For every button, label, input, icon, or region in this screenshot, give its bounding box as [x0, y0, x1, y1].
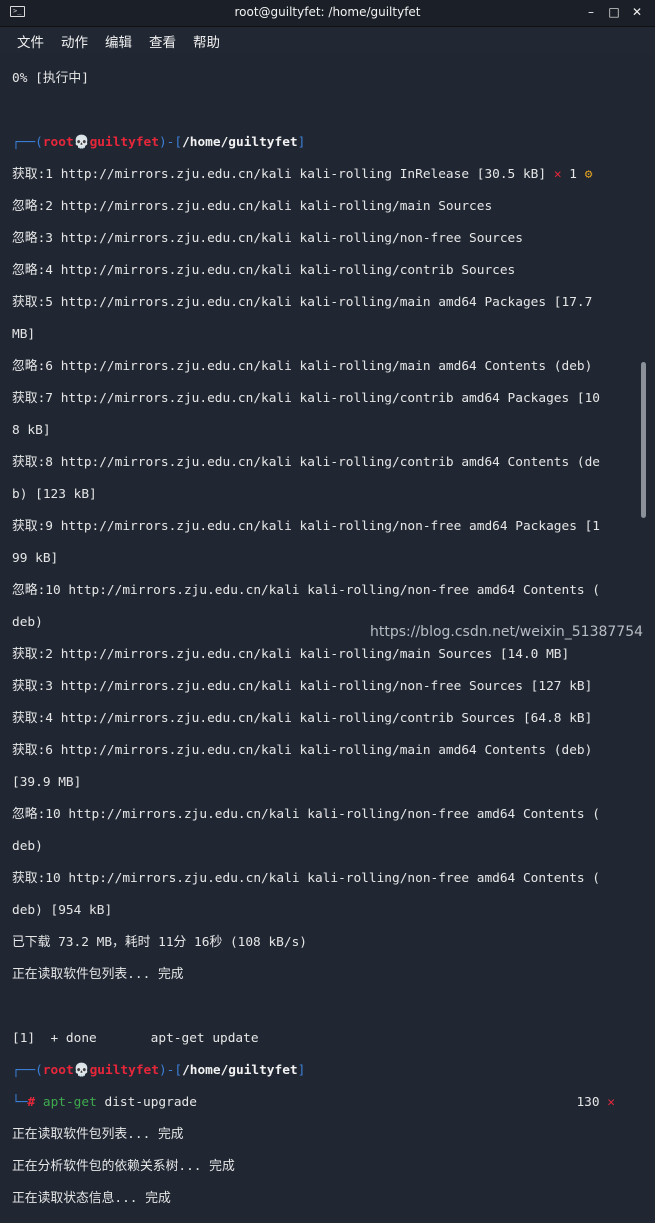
- prompt-bracket-close: ]: [297, 1063, 306, 1078]
- maximize-button[interactable]: □: [606, 4, 622, 20]
- terminal-line: 忽略:4 http://mirrors.zju.edu.cn/kali kali…: [12, 263, 516, 278]
- terminal-line: 获取:9 http://mirrors.zju.edu.cn/kali kali…: [12, 519, 601, 534]
- terminal-line: 正在读取软件包列表... 完成: [12, 967, 184, 982]
- terminal-line: 忽略:6 http://mirrors.zju.edu.cn/kali kali…: [12, 359, 593, 374]
- command-args: dist-upgrade: [96, 1095, 197, 1110]
- terminal-output[interactable]: 0% [执行中] ┌──(root💀guiltyfet)-[/home/guil…: [12, 55, 637, 1206]
- terminal-line: 已下载 73.2 MB，耗时 11分 16秒 (108 kB/s): [12, 935, 307, 950]
- terminal-line: 获取:4 http://mirrors.zju.edu.cn/kali kali…: [12, 711, 593, 726]
- terminal-line: 获取:3 http://mirrors.zju.edu.cn/kali kali…: [12, 679, 593, 694]
- skull-icon: 💀: [73, 1063, 90, 1078]
- menu-bar: 文件 动作 编辑 查看 帮助: [0, 27, 655, 53]
- terminal-line: 忽略:2 http://mirrors.zju.edu.cn/kali kali…: [12, 199, 493, 214]
- gear-icon: ⚙: [584, 167, 593, 182]
- command-name: apt-get: [42, 1095, 97, 1110]
- terminal-line: 获取:2 http://mirrors.zju.edu.cn/kali kali…: [12, 647, 570, 662]
- prompt-corner: └─: [12, 1095, 28, 1110]
- close-button[interactable]: ✕: [629, 4, 645, 20]
- prompt-user: root: [42, 135, 74, 150]
- skull-icon: 💀: [73, 135, 90, 150]
- prompt-user: root: [42, 1063, 74, 1078]
- prompt-path: /home/guiltyfet: [182, 1063, 298, 1078]
- terminal-line: 正在读取状态信息... 完成: [12, 1191, 171, 1206]
- menu-file[interactable]: 文件: [17, 31, 44, 51]
- terminal-line: [1] + done apt-get update: [12, 1031, 259, 1046]
- terminal-line: deb): [12, 839, 43, 854]
- prompt-bracket-open: ┌──(: [12, 1063, 43, 1078]
- exit-code: 130: [576, 1095, 600, 1110]
- prompt-path: /home/guiltyfet: [182, 135, 298, 150]
- title-bar: >_ root@guiltyfet: /home/guiltyfet – □ ✕: [0, 0, 655, 27]
- minimize-button[interactable]: –: [583, 4, 599, 20]
- terminal-line: 获取:6 http://mirrors.zju.edu.cn/kali kali…: [12, 743, 593, 758]
- prompt-line-command: └─# apt-get dist-upgrade 130 ✕: [12, 1095, 637, 1111]
- job-count: 1: [569, 167, 577, 182]
- terminal-line: 获取:5 http://mirrors.zju.edu.cn/kali kali…: [12, 295, 593, 310]
- exit-status: 130 ✕: [576, 1095, 615, 1111]
- terminal-line: [39.9 MB]: [12, 775, 82, 790]
- terminal-line: 获取:7 http://mirrors.zju.edu.cn/kali kali…: [12, 391, 601, 406]
- prompt-bracket-mid: )-[: [158, 135, 183, 150]
- terminal-line: 正在分析软件包的依赖关系树... 完成: [12, 1159, 235, 1174]
- terminal-line-text: 获取:1 http://mirrors.zju.edu.cn/kali kali…: [12, 167, 547, 182]
- terminal-line: 获取:8 http://mirrors.zju.edu.cn/kali kali…: [12, 455, 601, 470]
- prompt-host: guiltyfet: [89, 1063, 159, 1078]
- prompt-line-top: ┌──(root💀guiltyfet)-[/home/guiltyfet]: [12, 1063, 637, 1079]
- terminal-line: deb) [954 kB]: [12, 903, 113, 918]
- prompt-host: guiltyfet: [89, 135, 159, 150]
- terminal-line: 正在读取软件包列表... 完成: [12, 1127, 184, 1142]
- terminal-line: 获取:10 http://mirrors.zju.edu.cn/kali kal…: [12, 871, 601, 886]
- menu-help[interactable]: 帮助: [193, 31, 220, 51]
- menu-view[interactable]: 查看: [149, 31, 176, 51]
- terminal-line: 忽略:3 http://mirrors.zju.edu.cn/kali kali…: [12, 231, 523, 246]
- prompt-bracket-close: ]: [297, 135, 306, 150]
- menu-edit[interactable]: 编辑: [105, 31, 132, 51]
- menu-action[interactable]: 动作: [61, 31, 88, 51]
- terminal-line: 99 kB]: [12, 551, 59, 566]
- terminal-line: 忽略:10 http://mirrors.zju.edu.cn/kali kal…: [12, 583, 601, 598]
- terminal-line: MB]: [12, 327, 36, 342]
- error-x-icon: ✕: [607, 1095, 615, 1110]
- error-x-icon: ✕: [553, 167, 562, 182]
- terminal-line: b) [123 kB]: [12, 487, 97, 502]
- watermark: https://blog.csdn.net/weixin_51387754: [370, 624, 644, 640]
- terminal-line: 0% [执行中]: [12, 71, 89, 86]
- prompt-line-top: ┌──(root💀guiltyfet)-[/home/guiltyfet]: [12, 135, 637, 151]
- terminal-line: 获取:1 http://mirrors.zju.edu.cn/kali kali…: [12, 167, 637, 183]
- terminal-line: 忽略:10 http://mirrors.zju.edu.cn/kali kal…: [12, 807, 601, 822]
- window-title: root@guiltyfet: /home/guiltyfet: [234, 5, 421, 19]
- prompt-bracket-mid: )-[: [158, 1063, 183, 1078]
- prompt-hash: #: [27, 1095, 36, 1110]
- prompt-bracket-open: ┌──(: [12, 135, 43, 150]
- scrollbar-thumb[interactable]: [641, 362, 646, 518]
- terminal-line: 8 kB]: [12, 423, 51, 438]
